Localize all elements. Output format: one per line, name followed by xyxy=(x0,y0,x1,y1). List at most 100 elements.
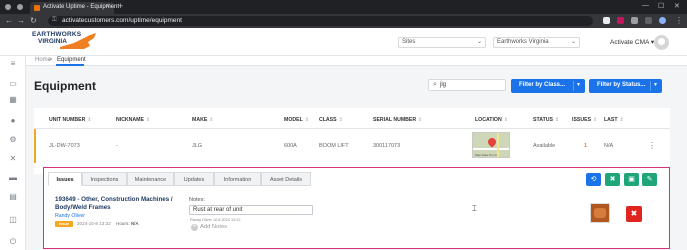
breadcrumb: Home > Equipment xyxy=(26,56,687,66)
issue-reporter[interactable]: Randy Oliver xyxy=(55,213,85,219)
delete-icon: ✖ xyxy=(630,209,638,218)
note-meta: Randy Oliver 10.8.2024 13:22 xyxy=(190,218,241,222)
notes-label: Notes: xyxy=(189,197,205,203)
settings-icon[interactable]: ⚙ xyxy=(9,136,17,144)
sort-icon: ⇕ xyxy=(619,117,624,123)
dashboard-icon[interactable]: ▭ xyxy=(9,80,17,88)
user-icon[interactable]: ● xyxy=(9,117,17,125)
sort-icon: ⇕ xyxy=(145,117,151,123)
inspection-button[interactable]: ▣ xyxy=(624,173,639,186)
tab-asset-details[interactable]: Asset Details xyxy=(261,172,311,186)
url-text: activatecustomers.com/uptime/equipment xyxy=(62,17,182,24)
company-select[interactable]: Earthworks Virginia ⌄ xyxy=(493,37,580,48)
sort-icon: ⇕ xyxy=(304,117,310,123)
sort-icon: ⇕ xyxy=(338,117,343,123)
sort-icon: ⇕ xyxy=(87,117,92,123)
filter-class-button[interactable]: Filter by Class... ▼ xyxy=(511,79,585,93)
menu-icon[interactable]: ≡ xyxy=(9,60,17,68)
edit-button[interactable]: ✎ xyxy=(642,173,657,186)
new-tab-button[interactable]: + xyxy=(118,1,123,11)
table-row[interactable]: JL-DW-7073 - JLG 600A BOOM LIFT 30011707… xyxy=(34,129,670,163)
map-road xyxy=(497,133,499,157)
delete-issue-button[interactable]: ✖ xyxy=(626,206,642,222)
forward-icon[interactable]: → xyxy=(17,16,25,25)
tab-issues[interactable]: Issues xyxy=(48,172,82,186)
grid-icon[interactable]: ▦ xyxy=(9,96,17,104)
tab-updates[interactable]: Updates xyxy=(174,172,214,186)
cell-issues[interactable]: 1 xyxy=(584,143,587,149)
search-input[interactable]: ⌕ jlg xyxy=(428,79,506,91)
map-pin-icon xyxy=(486,136,498,148)
cell-status: Available xyxy=(533,143,556,149)
browser-tabstrip: Activate Uptime - Equipment × + — ☐ ✕ xyxy=(0,0,687,14)
sort-icon: ⇕ xyxy=(593,117,598,123)
caret-down-icon[interactable]: ▼ xyxy=(576,82,581,88)
filter-class-label: Filter by Class... xyxy=(519,82,566,88)
bookmark-icon[interactable] xyxy=(603,17,610,24)
minimize-icon[interactable]: — xyxy=(642,2,649,9)
column-header-status[interactable]: STATUS ⇕ xyxy=(533,117,559,123)
column-header-model[interactable]: MODEL ⇕ xyxy=(284,117,309,123)
search-icon: ⌕ xyxy=(433,81,437,88)
row-actions-icon[interactable]: ⋮ xyxy=(648,141,656,150)
address-bar[interactable]: ⚿ activatecustomers.com/uptime/equipment xyxy=(48,16,593,26)
column-header-last[interactable]: LAST ⇕ xyxy=(604,117,624,123)
column-header-nickname[interactable]: NICKNAME ⇕ xyxy=(116,117,150,123)
column-header-issues[interactable]: ISSUES ⇕ xyxy=(572,117,597,123)
favicon-icon xyxy=(34,5,40,11)
create-issue-button[interactable]: ✖ xyxy=(605,173,620,186)
extension-icon[interactable] xyxy=(617,17,624,24)
column-header-location[interactable]: LOCATION ⇕ xyxy=(475,117,508,123)
wrench-icon[interactable]: ✕ xyxy=(9,155,17,163)
edit-icon: ✎ xyxy=(646,176,653,183)
window-menu-icon[interactable] xyxy=(5,4,11,10)
reload-icon[interactable]: ↻ xyxy=(30,16,37,25)
issue-hours: Hours: N/A xyxy=(116,221,139,226)
add-notes-button[interactable]: + Add Notes xyxy=(191,224,227,231)
company-logo[interactable]: EARTHWORKS VIRGINIA xyxy=(30,29,102,55)
browser-toolbar: ← → ↻ ⚿ activatecustomers.com/uptime/equ… xyxy=(0,14,687,28)
document-icon[interactable]: ▤ xyxy=(9,193,17,201)
download-icon[interactable] xyxy=(645,17,652,24)
location-map-thumbnail[interactable]: Map Data Terms xyxy=(472,132,510,158)
logout-icon[interactable]: ⏻ xyxy=(9,238,17,246)
close-window-icon[interactable]: ✕ xyxy=(674,2,680,10)
tab-search-icon[interactable] xyxy=(17,4,23,10)
avatar[interactable] xyxy=(654,35,669,50)
cell-nickname: - xyxy=(116,143,118,149)
column-header-make[interactable]: MAKE ⇕ xyxy=(192,117,214,123)
tab-inspections[interactable]: Inspections xyxy=(82,172,127,186)
column-header-serial-number[interactable]: SERIAL NUMBER ⇕ xyxy=(373,117,423,123)
cell-model: 600A xyxy=(284,143,297,149)
profile-icon[interactable] xyxy=(659,17,666,24)
browser-tab[interactable]: Activate Uptime - Equipment × xyxy=(30,2,119,14)
search-value: jlg xyxy=(440,82,447,88)
sidebar: ≡ ▭ ▦ ● ⚙ ✕ ▬ ▤ ◫ ⏻ xyxy=(0,56,26,250)
tab-information[interactable]: Information xyxy=(214,172,261,186)
sort-icon: ⇕ xyxy=(554,117,560,123)
history-button[interactable]: ⟲ xyxy=(586,173,601,186)
history-icon: ⟲ xyxy=(590,176,597,183)
note-text: Rust at rear of unit xyxy=(193,207,243,213)
caret-down-icon[interactable]: ▼ xyxy=(653,82,658,88)
map-caption: Map Data Terms xyxy=(475,153,497,157)
issue-title[interactable]: 193649 - Other, Construction Machines / … xyxy=(55,196,180,212)
filter-status-button[interactable]: Filter by Status... ▼ xyxy=(589,79,662,93)
column-header-unit-number[interactable]: UNIT NUMBER ⇕ xyxy=(49,117,92,123)
truck-icon[interactable]: ▬ xyxy=(9,174,17,182)
column-header-class[interactable]: CLASS ⇕ xyxy=(319,117,343,123)
tab-close-icon[interactable]: × xyxy=(106,3,110,10)
tools-icon[interactable]: ◫ xyxy=(9,216,17,224)
sites-select[interactable]: Sites ⌄ xyxy=(398,37,486,48)
puzzle-icon[interactable] xyxy=(631,17,638,24)
cell-make: JLG xyxy=(192,143,203,149)
maximize-icon[interactable]: ☐ xyxy=(658,2,664,10)
tab-maintenance[interactable]: Maintenance xyxy=(127,172,174,186)
note-field[interactable]: Rust at rear of unit xyxy=(189,205,313,215)
account-menu[interactable]: Activate CMA ▾ xyxy=(610,38,654,46)
browser-menu-icon[interactable]: ⋮ xyxy=(675,16,683,25)
cell-unit-number: JL-DW-7073 xyxy=(49,143,80,149)
cell-serial: 300117073 xyxy=(373,143,401,149)
back-icon[interactable]: ← xyxy=(5,16,13,25)
issue-photo-thumbnail[interactable] xyxy=(590,203,610,223)
